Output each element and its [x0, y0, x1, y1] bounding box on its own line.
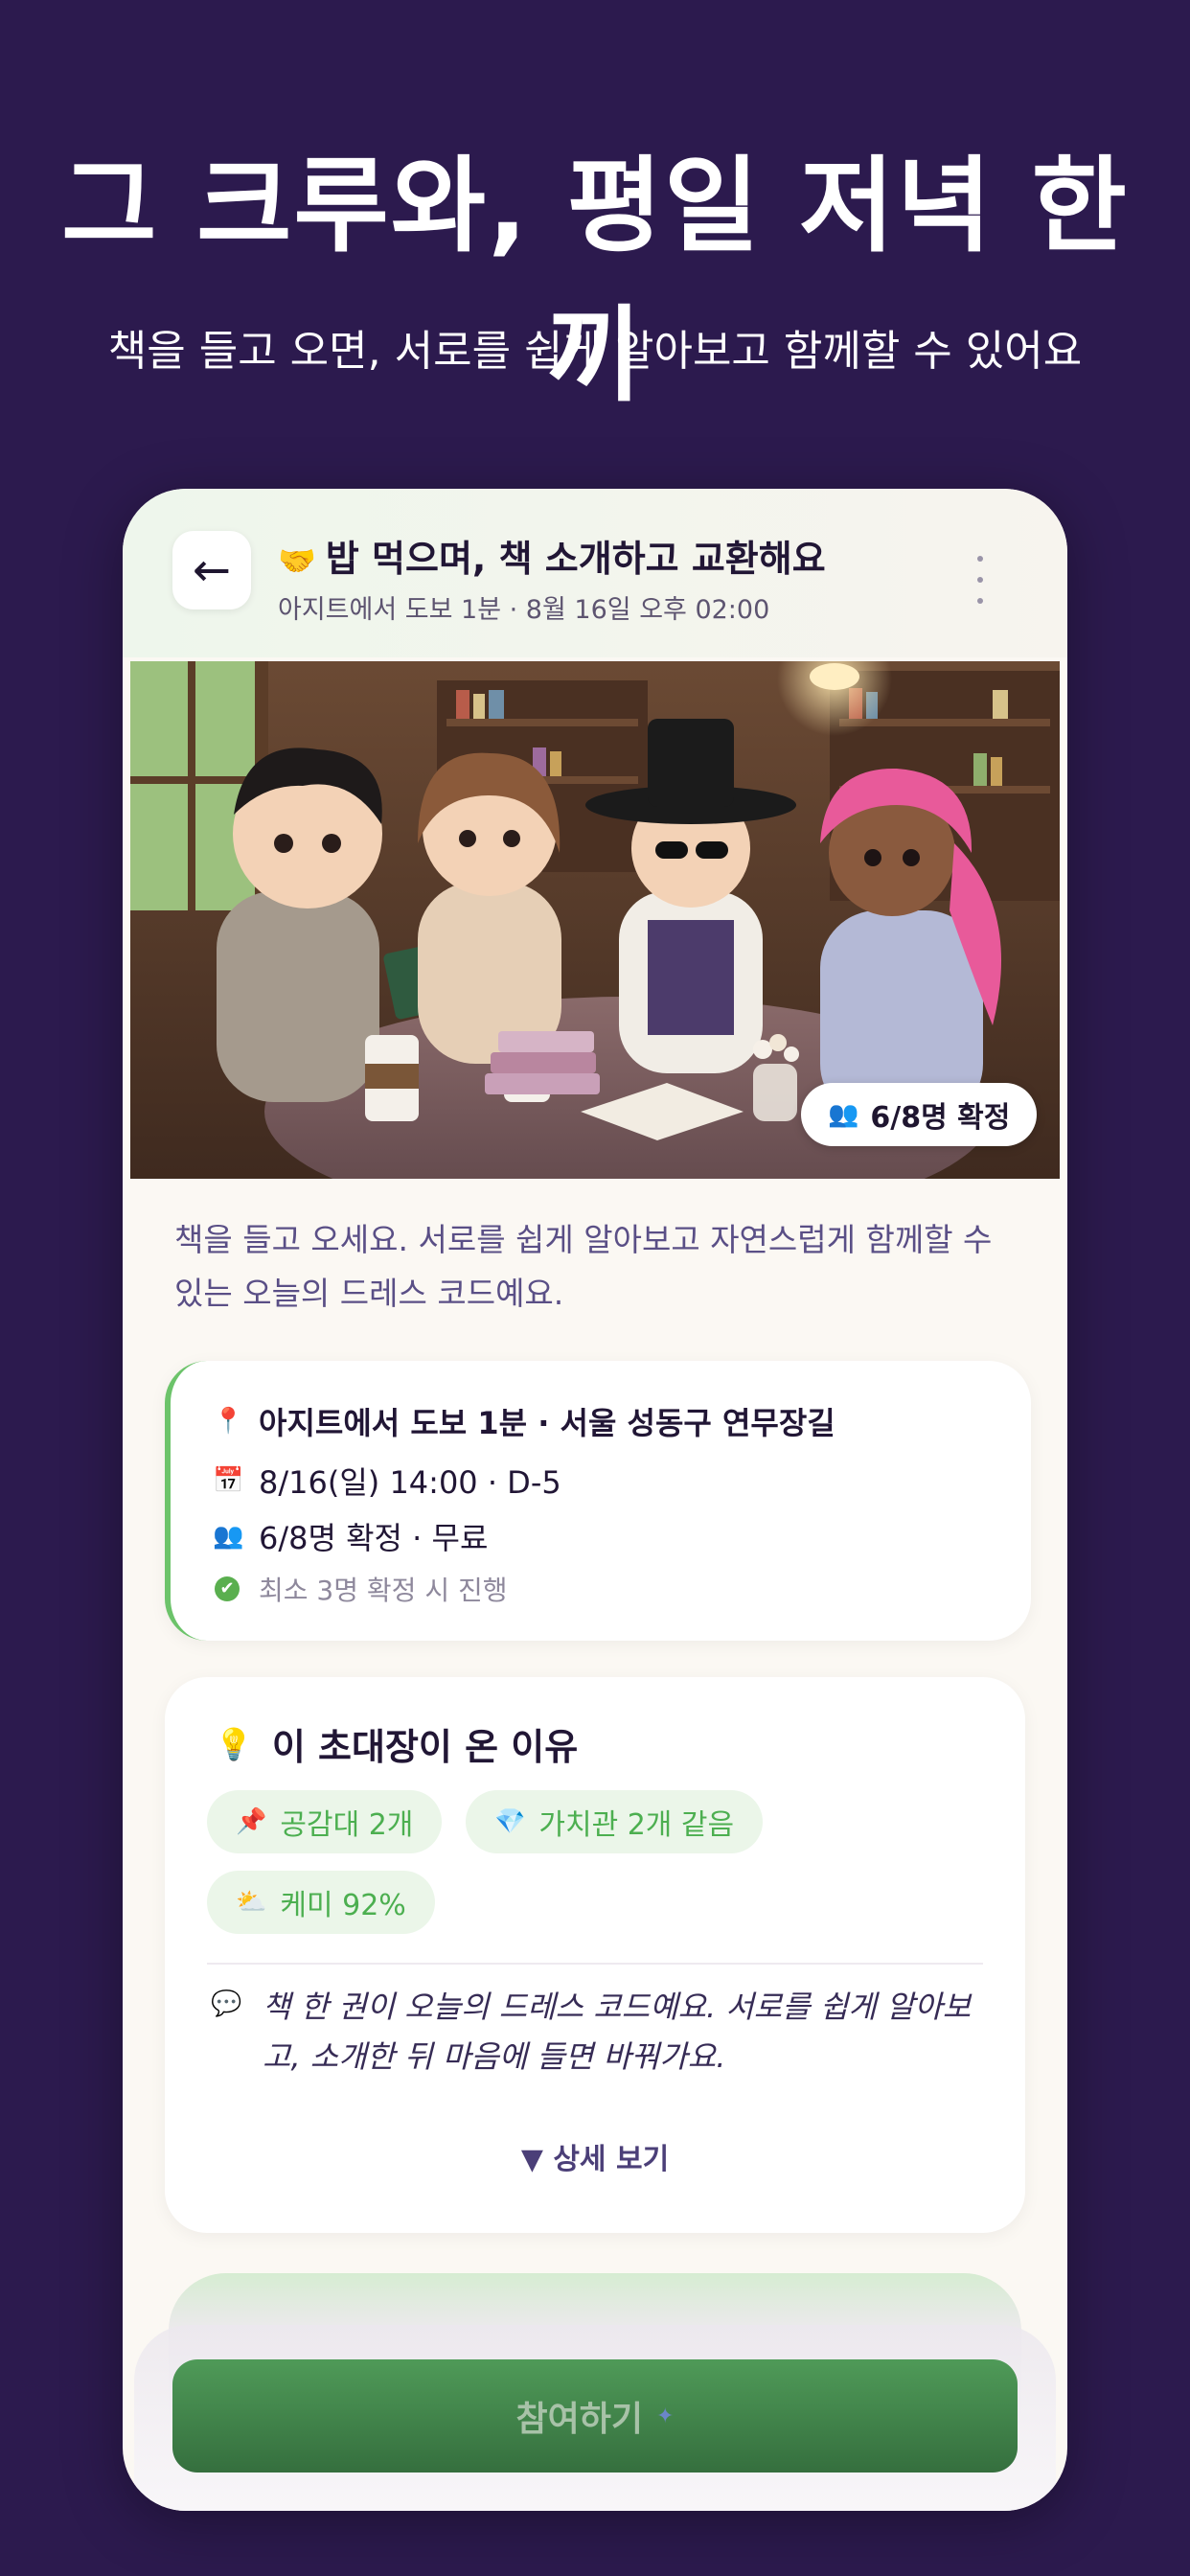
- gem-icon: 💎: [494, 1807, 526, 1836]
- chip-chemistry: ⛅ 케미 92%: [207, 1871, 435, 1934]
- chip-label: 가치관 2개 같음: [538, 1808, 735, 1842]
- info-rule: ✔ 최소 3명 확정 시 진행: [213, 1570, 508, 1608]
- invite-reason-title-text: 이 초대장이 온 이유: [271, 1726, 579, 1768]
- participants-badge: 👥 6/8명 확정: [801, 1083, 1038, 1146]
- show-details-button[interactable]: ▼ 상세 보기: [165, 2135, 1025, 2177]
- divider: [207, 1963, 983, 1965]
- handshake-icon: 🤝: [278, 542, 316, 579]
- info-people: 👥 6/8명 확정 · 무료: [213, 1514, 488, 1558]
- back-arrow-icon: ←: [192, 543, 232, 597]
- chip-empathy: 📌 공감대 2개: [207, 1790, 443, 1853]
- page-title: 🤝 밥 먹으며, 책 소개하고 교환해요: [278, 529, 826, 582]
- info-location-text: 아지트에서 도보 1분 · 서울 성동구 연무장길: [259, 1405, 835, 1441]
- people-icon: 👥: [213, 1522, 244, 1551]
- page-subtitle: 아지트에서 도보 1분 · 8월 16일 오후 02:00: [278, 595, 770, 625]
- invite-reason-card: 💡 이 초대장이 온 이유 📌 공감대 2개 💎 가치관 2개 같음 ⛅ 케미 …: [165, 1677, 1025, 2233]
- chip-label: 공감대 2개: [280, 1808, 414, 1842]
- hero-image: 👥 6/8명 확정: [130, 661, 1060, 1179]
- dot-icon: [977, 556, 983, 562]
- event-description: 책을 들고 오세요. 서로를 쉽게 알아보고 자연스럽게 함께할 수 있는 오늘…: [174, 1221, 993, 1312]
- sparkle-icon: ✦: [656, 2404, 675, 2428]
- event-info-card: 📍 아지트에서 도보 1분 · 서울 성동구 연무장길 📅 8/16(일) 14…: [165, 1361, 1031, 1641]
- more-options-button[interactable]: [966, 556, 995, 604]
- people-icon: 👥: [828, 1100, 859, 1129]
- info-date-text: 8/16(일) 14:00 · D-5: [259, 1464, 561, 1501]
- character-girl: [418, 752, 561, 1064]
- calendar-icon: 📅: [213, 1466, 244, 1495]
- participants-badge-label: 6/8명 확정: [870, 1101, 1011, 1135]
- dot-icon: [977, 598, 983, 604]
- speech-bubble-icon: 💬: [211, 1990, 242, 2018]
- info-rule-text: 최소 3명 확정 시 진행: [259, 1575, 508, 1606]
- phone-frame: ← 🤝 밥 먹으며, 책 소개하고 교환해요 아지트에서 도보 1분 · 8월 1…: [123, 489, 1067, 2511]
- lightbulb-icon: 💡: [215, 1725, 253, 1762]
- dot-icon: [977, 577, 983, 583]
- pushpin-icon: 📌: [236, 1807, 267, 1836]
- join-button[interactable]: 참여하기 ✦: [172, 2359, 1018, 2472]
- invite-reason-quote: 책 한 권이 오늘의 드레스 코드예요. 서로를 쉽게 알아보고, 소개한 뒤 …: [263, 1989, 972, 2075]
- back-button[interactable]: ←: [172, 531, 251, 610]
- sun-cloud-icon: ⛅: [236, 1888, 267, 1917]
- chip-label: 케미 92%: [280, 1889, 406, 1922]
- invite-reason-title: 💡 이 초대장이 온 이유: [215, 1717, 578, 1770]
- join-button-label: 참여하기: [515, 2400, 644, 2439]
- chip-values: 💎 가치관 2개 같음: [466, 1790, 764, 1853]
- info-location: 📍 아지트에서 도보 1분 · 서울 성동구 연무장길: [213, 1399, 835, 1443]
- info-people-text: 6/8명 확정 · 무료: [259, 1520, 489, 1556]
- info-date: 📅 8/16(일) 14:00 · D-5: [213, 1459, 561, 1503]
- page-title-text: 밥 먹으며, 책 소개하고 교환해요: [325, 538, 826, 580]
- check-circle-icon: ✔: [215, 1576, 240, 1601]
- promo-subline: 책을 들고 오면, 서로를 쉽게 알아보고 함께할 수 있어요: [107, 327, 1083, 376]
- app-bar: ← 🤝 밥 먹으며, 책 소개하고 교환해요 아지트에서 도보 1분 · 8월 1…: [123, 489, 1067, 657]
- location-pin-icon: 📍: [213, 1407, 244, 1436]
